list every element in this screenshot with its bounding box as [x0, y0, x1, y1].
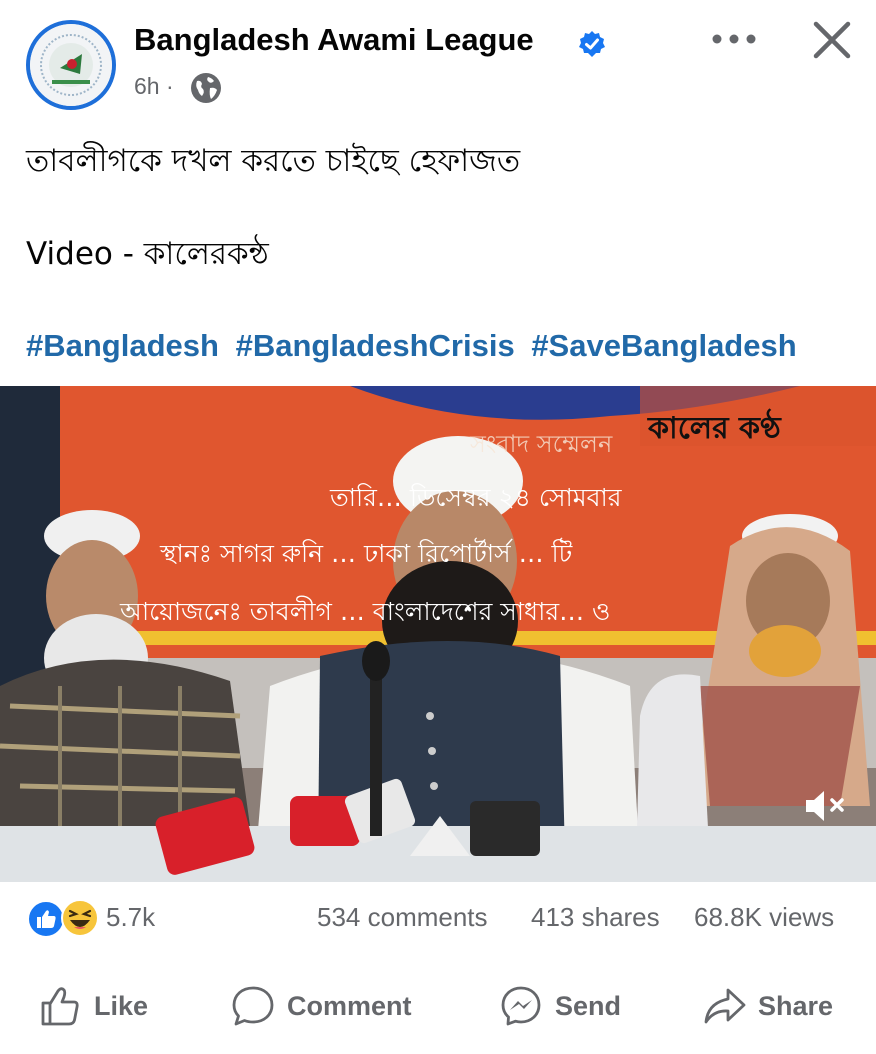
page-avatar[interactable]	[26, 20, 116, 110]
comment-label: Comment	[287, 990, 412, 1021]
video-watermark: কালের কণ্ঠ	[648, 411, 781, 446]
post-text-line-1: তাবলীগকে দখল করতে চাইছে হেফাজত	[26, 143, 521, 179]
banner-line-3: স্থানঃ সাগর রুনি … ঢাকা রিপোর্টার্স … টি	[160, 539, 573, 568]
messenger-icon	[501, 986, 541, 1026]
haha-reaction-icon	[61, 899, 99, 937]
banner-line-4: আয়োজনেঃ তাবলীগ … বাংলাদেশের সাধার… ও	[120, 597, 611, 626]
muted-speaker-icon[interactable]	[800, 786, 854, 826]
hashtag-link[interactable]: #SaveBangladesh	[531, 328, 796, 363]
close-icon[interactable]	[806, 14, 858, 66]
post-text-line-2: Video - কালেরকন্ঠ	[26, 236, 269, 272]
share-button[interactable]: Share	[702, 978, 833, 1034]
globe-icon	[191, 73, 221, 103]
banner-line-1: সংবাদ সম্মেলন	[470, 430, 613, 458]
comment-bubble-icon	[232, 986, 274, 1026]
thumbs-up-icon	[41, 987, 79, 1026]
page-name[interactable]: Bangladesh Awami League	[134, 22, 534, 58]
send-label: Send	[555, 990, 622, 1021]
like-label: Like	[94, 990, 149, 1021]
comment-button[interactable]: Comment	[231, 978, 412, 1034]
banner-line-2: তারি… ডিসেম্বর ২৪ সোমবার	[330, 483, 622, 512]
like-button[interactable]: Like	[38, 978, 148, 1034]
share-arrow-icon	[704, 988, 746, 1024]
share-label: Share	[758, 990, 834, 1021]
hashtag-link[interactable]: #Bangladesh	[26, 328, 219, 363]
more-options-icon[interactable]	[708, 22, 760, 56]
comments-count[interactable]: 534 comments	[317, 902, 488, 933]
post-time[interactable]: 6h ·	[134, 73, 174, 100]
hashtags: #Bangladesh #BangladeshCrisis #SaveBangl…	[26, 328, 805, 364]
reactions-count[interactable]: 5.7k	[106, 902, 155, 933]
verified-badge-icon	[579, 31, 605, 57]
post-video[interactable]: কালের কণ্ঠ সংবাদ সম্মেলন তারি… ডিসেম্বর …	[0, 386, 876, 882]
views-count: 68.8K views	[694, 902, 835, 932]
awami-league-logo-icon	[30, 24, 112, 106]
post-header: Bangladesh Awami League 6h ·	[0, 0, 876, 120]
hashtag-link[interactable]: #BangladeshCrisis	[236, 328, 515, 363]
send-button[interactable]: Send	[499, 978, 621, 1034]
shares-count[interactable]: 413 shares	[531, 902, 660, 933]
